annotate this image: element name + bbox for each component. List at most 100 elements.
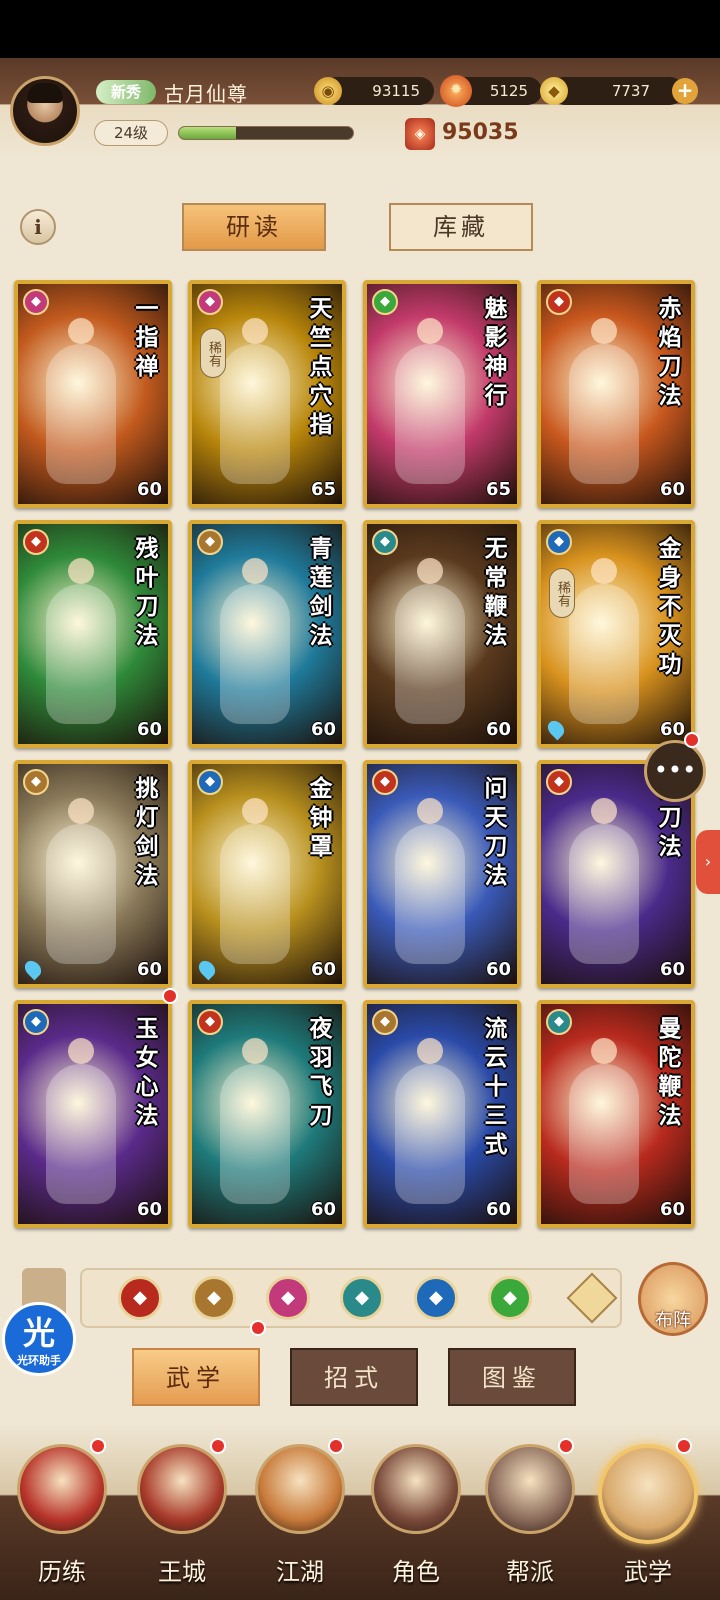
player-avatar[interactable] <box>10 76 80 146</box>
filter-palm-icon[interactable]: ◆ <box>266 1276 310 1320</box>
skill-card[interactable]: ◆ 魅影神行 65 <box>363 280 521 508</box>
skill-type-icon: ◆ <box>546 289 572 315</box>
nav-item[interactable]: 帮派 <box>480 1438 580 1594</box>
character-figure <box>220 1038 290 1204</box>
card-level: 65 <box>485 479 511 500</box>
card-level: 60 <box>136 719 162 740</box>
card-title: 一指禅 <box>135 295 159 380</box>
nav-label: 王城 <box>158 1558 206 1586</box>
skill-card[interactable]: ◆ 流云十三式 60 <box>363 1000 521 1228</box>
skill-type-icon: ◆ <box>23 289 49 315</box>
character-figure <box>395 1038 465 1204</box>
tab-store[interactable]: 库藏 <box>389 203 533 251</box>
skill-type-icon: ◆ <box>23 1009 49 1035</box>
power-icon: ◈ <box>405 118 435 150</box>
add-gold-button[interactable]: + <box>672 78 698 104</box>
skill-type-icon: ◆ <box>546 1009 572 1035</box>
skill-card[interactable]: ◆ 问天刀法 60 <box>363 760 521 988</box>
notification-dot <box>162 988 178 1004</box>
nav-icon <box>255 1444 345 1534</box>
skill-card[interactable]: ◆ 一指禅 60 <box>14 280 172 508</box>
xp-bar-fill <box>179 127 237 139</box>
filter-whip-icon[interactable]: ◆ <box>340 1276 384 1320</box>
nav-item[interactable]: 武学 <box>598 1438 698 1594</box>
filter-agility-icon[interactable]: ◆ <box>488 1276 532 1320</box>
skill-card[interactable]: ◆ 挑灯剑法 60 <box>14 760 172 988</box>
gold-ingot-icon: ◆ <box>540 77 568 105</box>
nav-icon <box>598 1444 698 1544</box>
skill-type-icon: ◆ <box>197 1009 223 1035</box>
skill-card[interactable]: ◆ 稀有 金身不灭功 60 <box>537 520 695 748</box>
chat-bubble-button[interactable]: ••• <box>644 740 706 802</box>
skill-type-icon: ◆ <box>372 769 398 795</box>
nav-icon <box>485 1444 575 1534</box>
skill-card[interactable]: ◆ 夜羽飞刀 60 <box>188 1000 346 1228</box>
character-figure <box>395 798 465 964</box>
card-title: 青莲剑法 <box>309 535 333 649</box>
skill-type-icon: ◆ <box>372 1009 398 1035</box>
player-level: 24级 <box>94 120 168 146</box>
skill-card-grid: ◆ 一指禅 60 ◆ 稀有 天竺点穴指 65 ◆ 魅影神行 65 ◆ 赤焰刀法 60 ◆ 残叶刀法 60 ◆ 青莲… <box>14 280 714 1240</box>
card-title: 金钟罩 <box>309 775 333 860</box>
skill-card[interactable]: ◆ 无常鞭法 60 <box>363 520 521 748</box>
card-title: 玉女心法 <box>135 1015 159 1129</box>
tab-read[interactable]: 研读 <box>182 203 326 251</box>
nav-icon <box>371 1444 461 1534</box>
skill-type-icon: ◆ <box>372 289 398 315</box>
character-figure <box>569 558 639 724</box>
info-button[interactable]: i <box>20 209 56 245</box>
nav-label: 角色 <box>392 1558 440 1586</box>
skill-type-icon: ◆ <box>197 289 223 315</box>
card-level: 65 <box>310 479 336 500</box>
skill-card[interactable]: ◆ 赤焰刀法 60 <box>537 280 695 508</box>
card-title: 残叶刀法 <box>135 535 159 649</box>
character-figure <box>46 1038 116 1204</box>
notification-dot <box>684 732 700 748</box>
tab-atlas[interactable]: 图鉴 <box>448 1348 576 1406</box>
notification-dot <box>558 1438 574 1454</box>
nav-item[interactable]: 江湖 <box>250 1438 350 1594</box>
flame-icon: ✹ <box>440 75 472 107</box>
skill-card[interactable]: ◆ 金钟罩 60 <box>188 760 346 988</box>
skill-card[interactable]: ◆ 曼陀鞭法 60 <box>537 1000 695 1228</box>
skill-card[interactable]: ◆ 稀有 天竺点穴指 65 <box>188 280 346 508</box>
character-figure <box>220 318 290 484</box>
card-level: 60 <box>659 959 685 980</box>
character-figure <box>569 1038 639 1204</box>
character-figure <box>46 318 116 484</box>
notification-dot <box>250 1320 266 1336</box>
card-level: 60 <box>310 719 336 740</box>
card-level: 60 <box>485 719 511 740</box>
combat-power: 95035 <box>442 120 519 145</box>
side-tab[interactable]: › <box>696 830 720 894</box>
filter-internal-icon[interactable]: ◆ <box>414 1276 458 1320</box>
skill-type-icon: ◆ <box>23 769 49 795</box>
card-level: 60 <box>136 479 162 500</box>
skill-card[interactable]: ◆ 青莲剑法 60 <box>188 520 346 748</box>
tab-moves[interactable]: 招式 <box>290 1348 418 1406</box>
skill-type-icon: ◆ <box>197 529 223 555</box>
filter-sword-icon[interactable]: ◆ <box>192 1276 236 1320</box>
skill-card[interactable]: ◆ 玉女心法 60 <box>14 1000 172 1228</box>
nav-label: 历练 <box>38 1558 86 1586</box>
tab-martial[interactable]: 武学 <box>132 1348 260 1406</box>
helper-label: 光环助手 <box>17 1354 61 1367</box>
skill-card[interactable]: ◆ 残叶刀法 60 <box>14 520 172 748</box>
player-name: 古月仙尊 <box>164 82 248 106</box>
card-level: 60 <box>659 479 685 500</box>
notification-dot <box>210 1438 226 1454</box>
nav-item[interactable]: 历练 <box>12 1438 112 1594</box>
card-title: 金身不灭功 <box>658 535 682 678</box>
nav-item[interactable]: 角色 <box>366 1444 466 1594</box>
nav-label: 江湖 <box>276 1558 324 1586</box>
nav-item[interactable]: 王城 <box>132 1438 232 1594</box>
card-level: 60 <box>659 719 685 740</box>
helper-glyph: 光 <box>22 1314 55 1352</box>
nav-icon <box>17 1444 107 1534</box>
card-title: 挑灯剑法 <box>135 775 159 889</box>
filter-saber-icon[interactable]: ◆ <box>118 1276 162 1320</box>
skill-type-icon: ◆ <box>546 529 572 555</box>
character-figure <box>220 798 290 964</box>
character-figure <box>395 318 465 484</box>
character-figure <box>220 558 290 724</box>
